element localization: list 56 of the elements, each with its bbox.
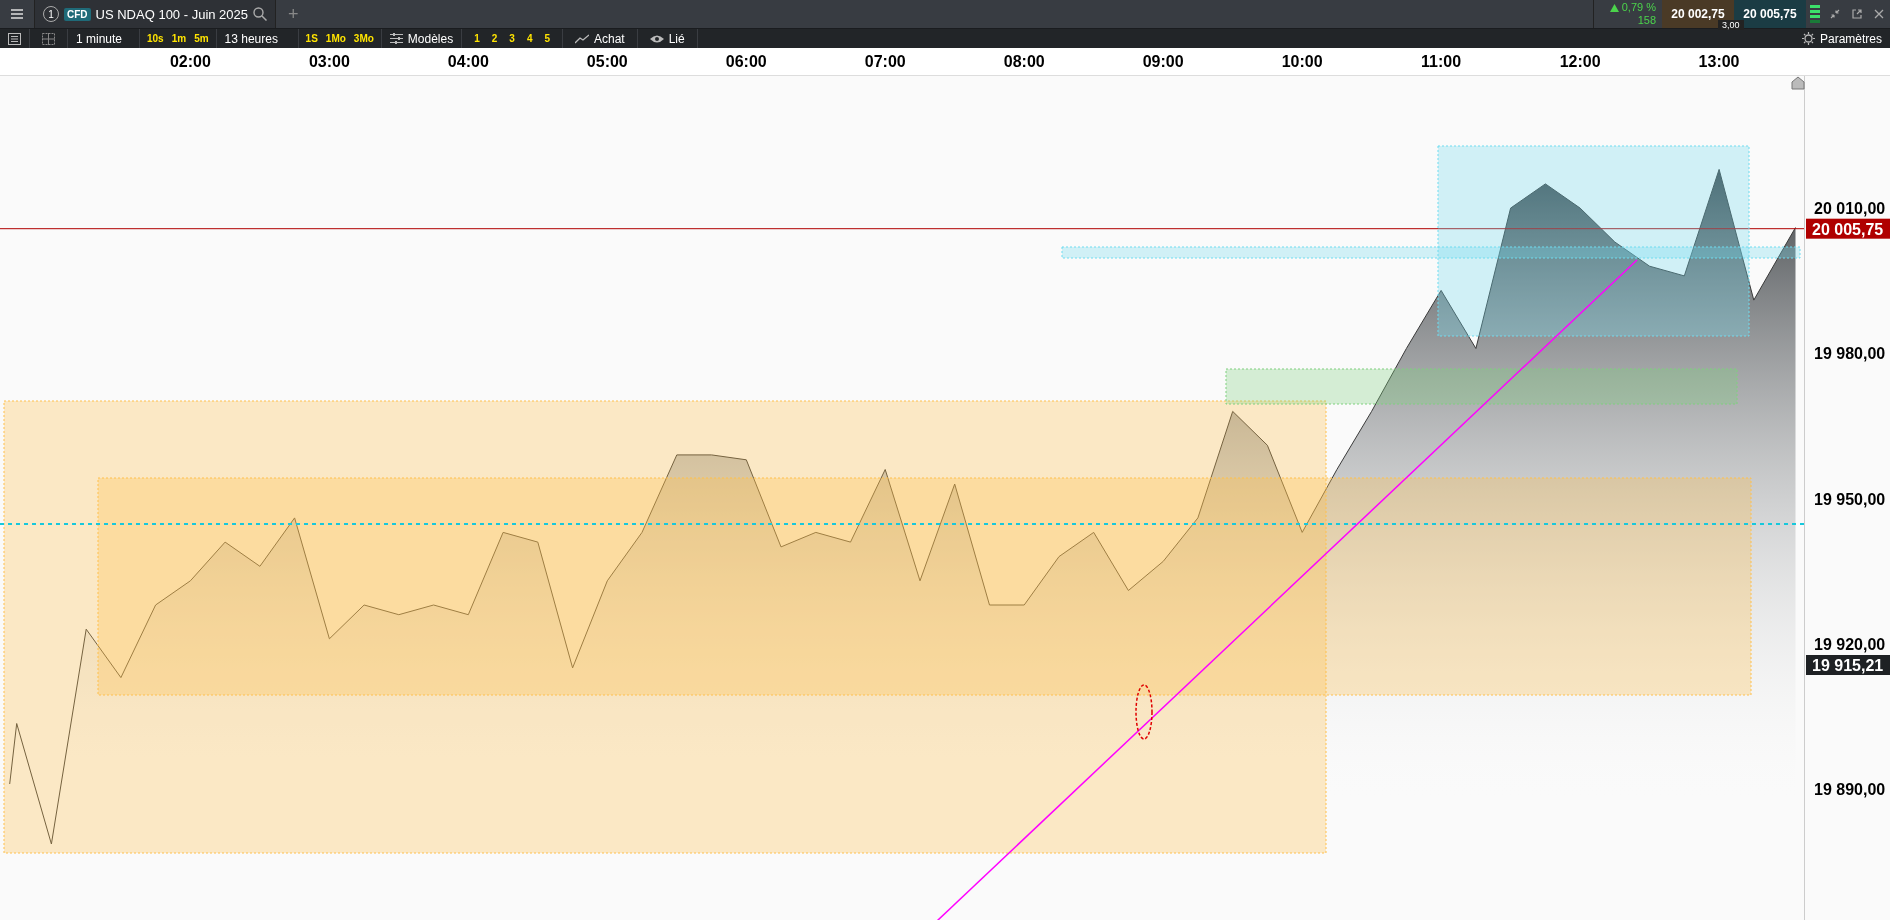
price-axis-label: 19 890,00 (1814, 780, 1886, 798)
layout-slot[interactable]: 2 (485, 29, 504, 48)
price-badge: 20 005,75 (1806, 218, 1890, 239)
line-chart-icon (575, 33, 589, 44)
interval-preset[interactable]: 5m (190, 29, 213, 48)
instrument-tab[interactable]: 1 CFD US NDAQ 100 - Juin 2025 (35, 0, 277, 28)
grid-icon[interactable] (42, 32, 55, 45)
menu-icon[interactable] (11, 9, 23, 19)
instrument-title: US NDAQ 100 - Juin 2025 (95, 6, 249, 22)
linked-button[interactable]: Lié (668, 31, 685, 46)
search-icon[interactable] (253, 7, 268, 21)
time-axis-label: 10:00 (1281, 53, 1323, 70)
sliders-icon (389, 33, 403, 44)
time-axis-label: 06:00 (725, 53, 767, 70)
time-axis-label: 07:00 (864, 53, 906, 70)
triangle-up-icon (1609, 3, 1619, 12)
interval-preset[interactable]: 10s (143, 29, 168, 48)
time-axis-label: 05:00 (586, 53, 628, 70)
range-preset[interactable]: 1S (301, 29, 322, 48)
list-icon[interactable] (8, 32, 21, 45)
popout-icon[interactable] (1852, 9, 1862, 19)
range-preset[interactable]: 3Mo (349, 29, 378, 48)
price-badge: 19 915,21 (1806, 655, 1890, 675)
time-axis-label: 11:00 (1421, 53, 1462, 70)
time-axis-label: 03:00 (308, 53, 350, 70)
layout-slot[interactable]: 1 (468, 29, 486, 48)
cfd-badge: CFD (64, 7, 91, 21)
time-axis-label: 09:00 (1142, 53, 1184, 70)
signal-bars-icon (1810, 5, 1820, 23)
time-axis-label: 12:00 (1559, 53, 1601, 70)
buy-mode-button[interactable]: Achat (594, 31, 625, 46)
templates-button[interactable]: Modèles (407, 31, 454, 46)
price-axis-label: 19 920,00 (1814, 635, 1886, 653)
range-preset[interactable]: 1Mo (321, 29, 350, 48)
interval-preset[interactable]: 1m (167, 29, 191, 48)
change-percent: 0,79 % (1621, 1, 1656, 14)
settings-button[interactable]: Paramètres (1819, 31, 1882, 46)
settings-icon (1801, 32, 1815, 45)
change-points: 158 (1637, 14, 1656, 27)
time-axis-label: 13:00 (1698, 53, 1740, 70)
dashed-ellipse (1135, 684, 1153, 740)
layout-slot[interactable]: 4 (520, 29, 539, 48)
eye-icon (649, 33, 664, 44)
home-icon (1791, 76, 1805, 90)
layout-slot[interactable]: 3 (503, 29, 521, 48)
time-axis-label: 04:00 (447, 53, 489, 70)
price-axis-label: 19 980,00 (1814, 345, 1886, 363)
spread-badge: 3,00 (1718, 20, 1744, 30)
price-axis-label: 20 010,00 (1814, 200, 1886, 218)
time-axis-label: 08:00 (1003, 53, 1045, 70)
time-axis-label: 02:00 (169, 53, 211, 70)
ref-line-label: 20 005,75 (1812, 220, 1884, 238)
close-icon[interactable] (1874, 9, 1884, 19)
collapse-icon[interactable] (1830, 9, 1840, 19)
layout-slot[interactable]: 5 (538, 29, 556, 48)
price-axis-label: 19 950,00 (1814, 490, 1886, 508)
